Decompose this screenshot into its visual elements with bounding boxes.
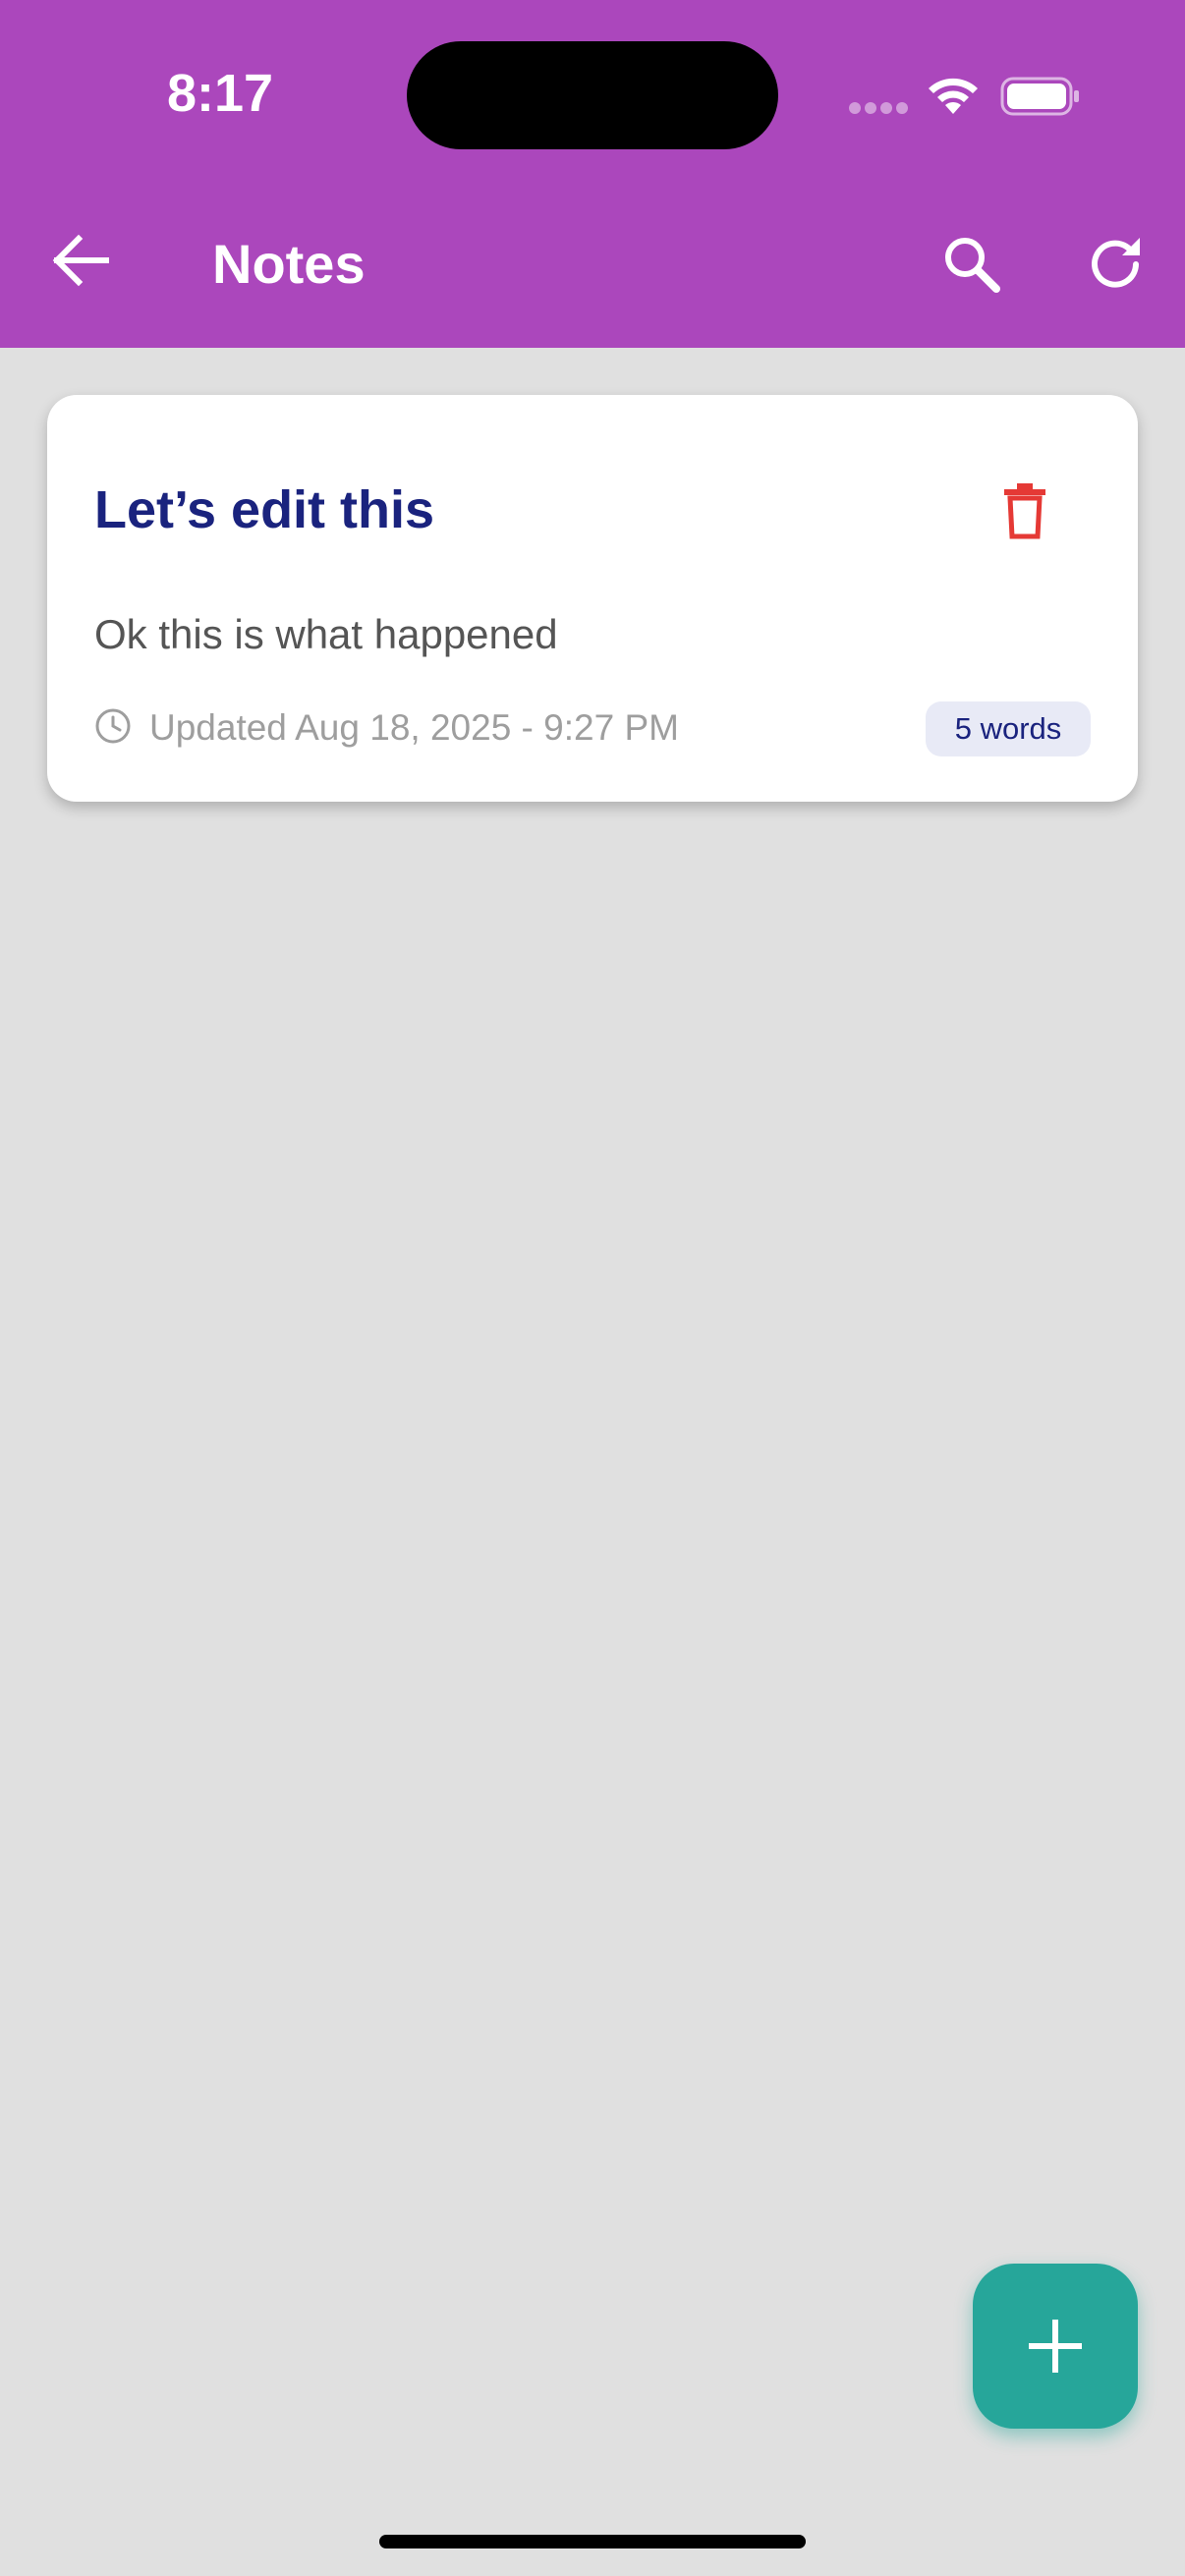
cellular-signal-icon [849, 102, 908, 116]
note-card[interactable]: Let’s edit this Ok this is what happened… [47, 395, 1138, 802]
battery-icon [1000, 77, 1079, 116]
status-time: 8:17 [167, 64, 274, 123]
note-title: Let’s edit this [94, 480, 435, 539]
home-indicator[interactable] [379, 2535, 806, 2548]
app-header: 8:17 Notes [0, 0, 1185, 348]
word-count-badge: 5 words [926, 701, 1091, 756]
clock-icon [95, 708, 131, 744]
delete-button[interactable] [990, 476, 1059, 544]
note-updated-timestamp: Updated Aug 18, 2025 - 9:27 PM [149, 707, 679, 748]
plus-icon [1029, 2320, 1082, 2373]
page-title: Notes [212, 233, 366, 295]
wifi-icon [929, 78, 978, 114]
note-body: Ok this is what happened [94, 611, 558, 657]
search-button[interactable] [937, 230, 1006, 299]
add-note-button[interactable] [973, 2264, 1138, 2429]
refresh-button[interactable] [1081, 230, 1150, 299]
dynamic-island [407, 41, 778, 149]
back-button[interactable] [49, 228, 114, 293]
